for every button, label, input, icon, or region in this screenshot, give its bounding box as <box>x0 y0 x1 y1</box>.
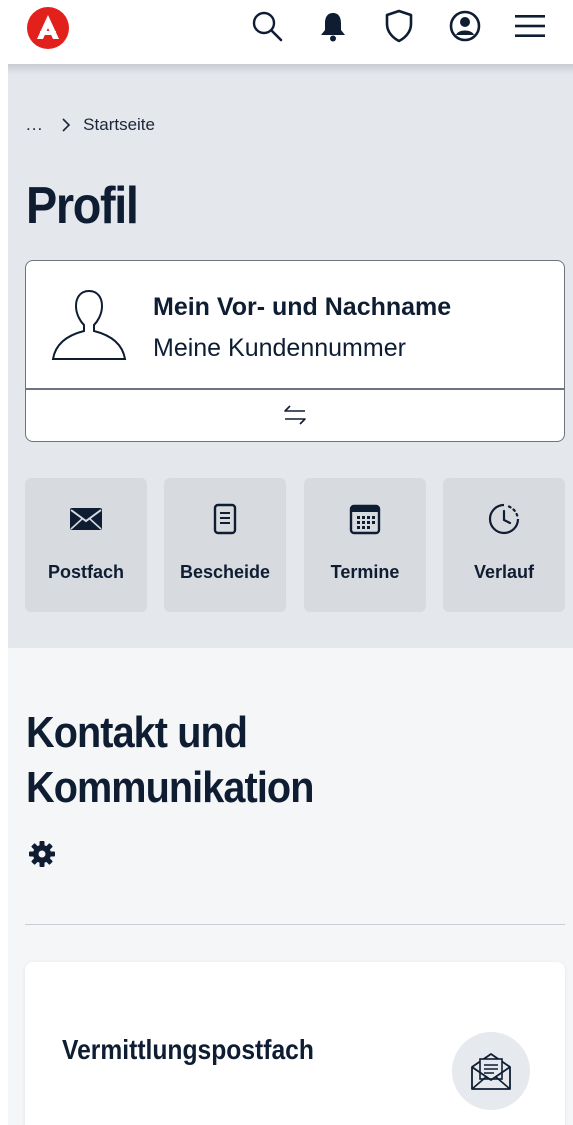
calendar-icon <box>304 502 426 536</box>
tile-verlauf[interactable]: Verlauf <box>443 478 565 612</box>
page-title: Profil <box>26 177 139 235</box>
open-envelope-icon <box>452 1032 530 1110</box>
profile-card-divider <box>26 388 564 390</box>
contact-heading: Kontakt und Kommunikation <box>26 708 314 812</box>
tile-termine[interactable]: Termine <box>304 478 426 612</box>
profile-card[interactable]: Mein Vor- und Nachname Meine Kundennumme… <box>25 260 565 442</box>
shield-icon[interactable] <box>381 8 417 44</box>
quick-links: Postfach Bescheide Termine Verlauf <box>25 478 566 612</box>
breadcrumb-ellipsis[interactable]: ... <box>26 115 43 135</box>
account-icon[interactable] <box>447 8 483 44</box>
gear-icon[interactable] <box>28 840 56 868</box>
header-shadow <box>8 64 573 74</box>
vermittlungspostfach-card[interactable]: Vermittlungspostfach <box>25 962 565 1125</box>
tile-label: Postfach <box>47 562 125 582</box>
breadcrumb-current[interactable]: Startseite <box>83 115 155 135</box>
swap-arrows-icon[interactable] <box>282 403 308 427</box>
tile-bescheide[interactable]: Bescheide <box>164 478 286 612</box>
document-icon <box>164 502 286 536</box>
person-icon <box>51 289 127 360</box>
profile-customer-number: Meine Kundennummer <box>153 334 406 362</box>
tile-label: Verlauf <box>473 562 535 582</box>
bell-icon[interactable] <box>315 8 351 44</box>
menu-icon[interactable] <box>512 8 548 44</box>
top-bar <box>0 0 573 64</box>
tile-postfach[interactable]: Postfach <box>25 478 147 612</box>
card-title: Vermittlungspostfach <box>62 1034 314 1065</box>
section-divider <box>25 924 565 925</box>
envelope-icon <box>25 502 147 536</box>
search-icon[interactable] <box>249 8 285 44</box>
chevron-right-icon <box>62 118 71 132</box>
clock-history-icon <box>443 502 565 536</box>
tile-label: Bescheide <box>179 562 271 582</box>
breadcrumb: ... Startseite <box>26 115 155 135</box>
profile-name: Mein Vor- und Nachname <box>153 293 452 321</box>
tile-label: Termine <box>330 562 400 582</box>
agentur-fuer-arbeit-logo[interactable] <box>26 6 70 50</box>
